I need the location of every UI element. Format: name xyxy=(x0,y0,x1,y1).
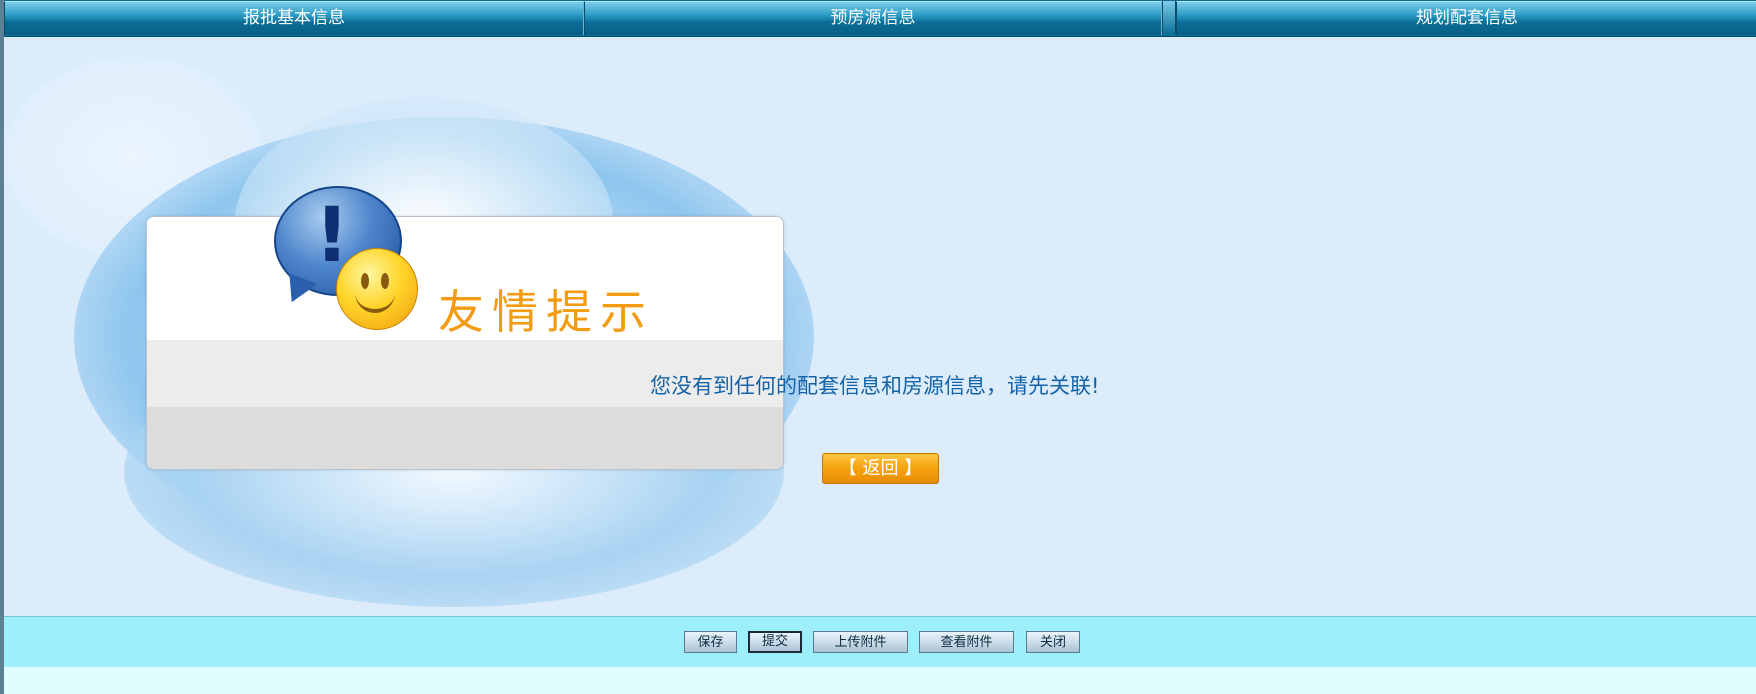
tab-approval-basic-info[interactable]: 报批基本信息 xyxy=(4,1,584,35)
tab-separator xyxy=(1162,1,1176,34)
tip-title: 友情提示 xyxy=(438,285,654,339)
save-button[interactable]: 保存 xyxy=(684,631,737,653)
upload-attachment-button[interactable]: 上传附件 xyxy=(813,631,908,653)
footer-strip xyxy=(4,667,1756,694)
tab-planning-facilities-info[interactable]: 规划配套信息 xyxy=(1176,1,1756,35)
left-border xyxy=(0,0,4,694)
tab-bar: 报批基本信息 预房源信息 规划配套信息 xyxy=(4,0,1756,37)
view-attachment-button[interactable]: 查看附件 xyxy=(919,631,1014,653)
smiley-mouth xyxy=(355,287,395,313)
close-button[interactable]: 关闭 xyxy=(1026,631,1080,653)
bottom-toolbar: 保存 提交 上传附件 查看附件 关闭 xyxy=(4,616,1756,668)
smiley-face-icon xyxy=(336,248,418,330)
tip-message: 您没有到任何的配套信息和房源信息，请先关联! xyxy=(650,374,1100,398)
tip-panel-footer xyxy=(147,407,783,469)
submit-button[interactable]: 提交 xyxy=(748,631,802,653)
back-button[interactable]: 【 返回 】 xyxy=(822,453,939,484)
tip-panel xyxy=(146,216,784,470)
tab-pre-housing-info[interactable]: 预房源信息 xyxy=(584,1,1162,35)
